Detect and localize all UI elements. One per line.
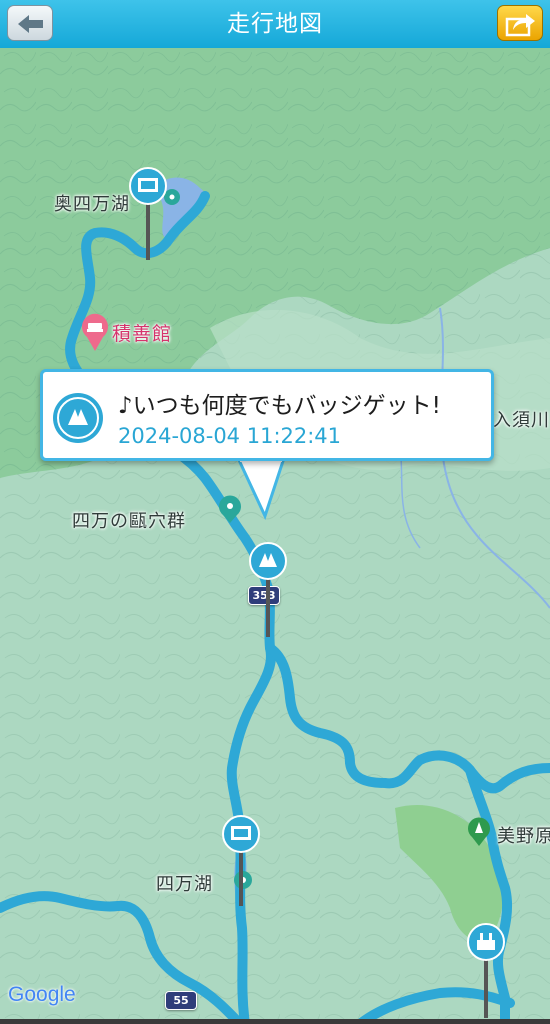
- sekizenkan-label: 積善館: [112, 323, 173, 345]
- share-button[interactable]: [497, 5, 543, 41]
- shima-kettle-label: 四万の甌穴群: [72, 511, 186, 532]
- badge-marker-mino[interactable]: [466, 922, 506, 1022]
- google-logo: Google: [8, 983, 76, 1007]
- google-logo-text: Google: [8, 983, 76, 1006]
- oku-shima-lake-label: 奥四万湖: [54, 194, 130, 215]
- popup-title: ♪いつも何度でもバッジゲット!: [118, 393, 441, 419]
- popup-timestamp: 2024-08-04 11:22:41: [118, 424, 342, 448]
- badge-icon: [53, 393, 103, 443]
- app-header: 走行地図: [0, 0, 550, 48]
- park-pin-icon[interactable]: [466, 816, 492, 848]
- bottom-edge: [0, 1019, 550, 1024]
- page-title: 走行地図: [227, 11, 323, 37]
- popup-tail: [238, 458, 286, 520]
- route-55-badge: 55: [165, 991, 197, 1010]
- shima-lake-label: 四万湖: [156, 874, 213, 895]
- map-view[interactable]: 奥四万湖 積善館 入須川 四万の甌穴群 四万湖 美野原 353 55 ♪いつも何…: [0, 48, 550, 1024]
- badge-popup[interactable]: ♪いつも何度でもバッジゲット! 2024-08-04 11:22:41: [40, 369, 494, 461]
- badge-marker-oku-shima[interactable]: [128, 166, 168, 264]
- hotel-pin-icon[interactable]: [80, 313, 110, 353]
- badge-marker-shima-lake[interactable]: [221, 814, 261, 910]
- irisugawa-label: 入須川: [493, 410, 550, 431]
- mino-label: 美野原: [497, 826, 550, 847]
- badge-marker-current[interactable]: [247, 541, 289, 641]
- share-icon: [505, 14, 535, 37]
